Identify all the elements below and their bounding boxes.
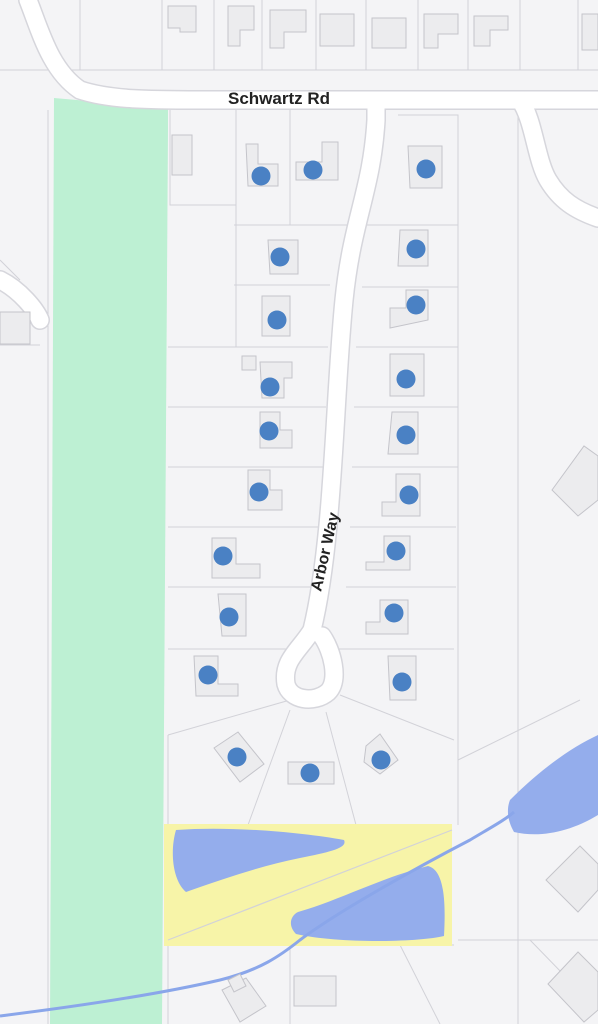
map-canvas[interactable]: Schwartz Rd Arbor Way [0,0,598,1024]
address-marker[interactable] [396,369,416,389]
address-marker[interactable] [396,425,416,445]
address-marker[interactable] [219,607,239,627]
address-marker[interactable] [249,482,269,502]
address-marker[interactable] [198,665,218,685]
address-marker[interactable] [267,310,287,330]
address-marker[interactable] [303,160,323,180]
address-marker[interactable] [227,747,247,767]
address-marker[interactable] [270,247,290,267]
address-marker[interactable] [213,546,233,566]
address-marker[interactable] [416,159,436,179]
address-marker[interactable] [259,421,279,441]
green-strip-park[interactable] [50,98,168,1024]
address-marker[interactable] [251,166,271,186]
address-marker[interactable] [384,603,404,623]
address-marker[interactable] [386,541,406,561]
address-marker[interactable] [406,295,426,315]
address-marker[interactable] [399,485,419,505]
schwartz-rd-label: Schwartz Rd [228,89,330,108]
address-marker[interactable] [392,672,412,692]
address-marker[interactable] [371,750,391,770]
address-marker[interactable] [260,377,280,397]
address-marker[interactable] [300,763,320,783]
address-marker[interactable] [406,239,426,259]
